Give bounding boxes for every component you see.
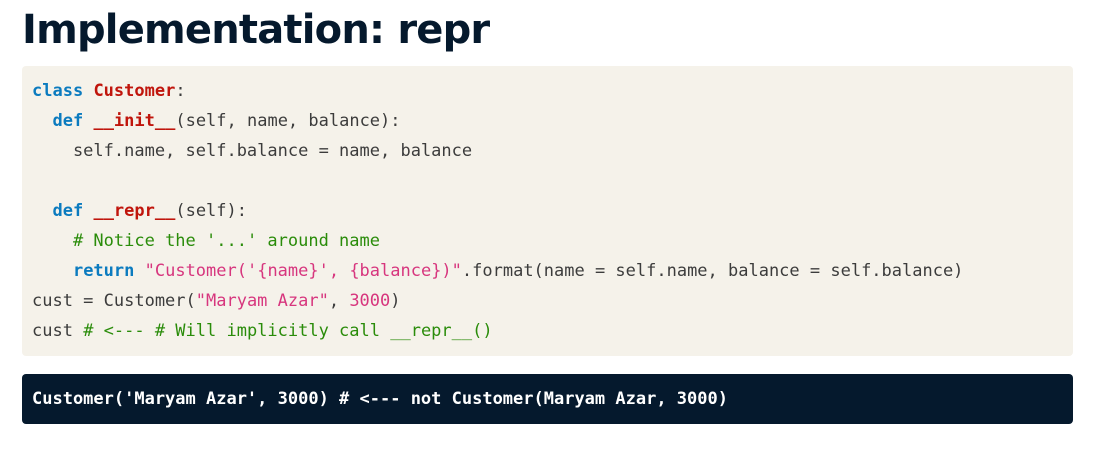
keyword: class [32, 81, 84, 101]
output-text: Customer('Maryam Azar', 3000) # <--- not… [32, 389, 728, 409]
slide-title: Implementation: repr [22, 7, 490, 53]
code-text: .format(name = self.name, balance = self… [461, 261, 964, 281]
code-comment: # Notice the '...' around name [72, 231, 380, 251]
code-text: cust = Customer( [32, 291, 196, 311]
output-block: Customer('Maryam Azar', 3000) # <--- not… [22, 374, 1073, 424]
code-line-8: cust = Customer("Maryam Azar", 3000) [32, 286, 1063, 316]
code-text: cust [32, 321, 84, 341]
code-line-1: class Customer: [32, 76, 1063, 106]
keyword: def [52, 111, 84, 131]
code-line-2: def __init__(self, name, balance): [32, 106, 1063, 136]
number-literal: 3000 [349, 291, 391, 311]
code-block: class Customer: def __init__(self, name,… [22, 66, 1073, 356]
code-comment: # <--- # Will implicitly call __repr__() [83, 321, 493, 341]
code-line-5: def __repr__(self): [32, 196, 1063, 226]
function-name: __init__ [93, 111, 176, 131]
keyword: def [52, 201, 84, 221]
class-name: Customer [93, 81, 176, 101]
code-line-7: return "Customer('{name}', {balance})".f… [32, 256, 1063, 286]
code-line-9: cust # <--- # Will implicitly call __rep… [32, 316, 1063, 346]
string-literal: "Customer('{name}', {balance})" [144, 261, 462, 281]
code-line-3: self.name, self.balance = name, balance [32, 141, 473, 161]
code-text: ) [390, 291, 401, 311]
string-literal: "Maryam Azar" [195, 291, 329, 311]
code-text: (self): [175, 201, 247, 221]
code-line-6: # Notice the '...' around name [32, 226, 1063, 256]
function-name: __repr__ [93, 201, 176, 221]
code-text: (self, name, balance): [175, 111, 401, 131]
code-text: , [328, 291, 350, 311]
code-text: : [175, 81, 186, 101]
keyword: return [72, 261, 135, 281]
